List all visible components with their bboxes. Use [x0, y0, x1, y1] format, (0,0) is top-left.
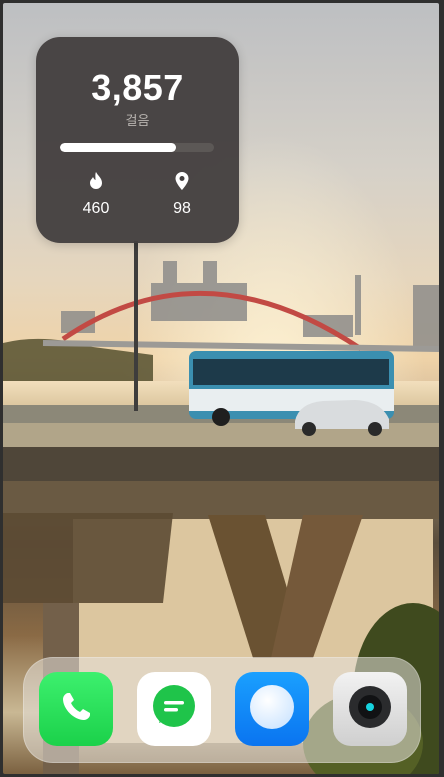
flame-icon: [66, 171, 126, 193]
phone-icon: [56, 687, 96, 732]
camera-icon: [347, 684, 393, 735]
step-count: 3,857: [91, 67, 184, 108]
message-bubble-icon: [149, 682, 199, 737]
distance-stat: 98: [152, 171, 212, 218]
step-count-label: 걸음: [125, 113, 150, 128]
step-counter-widget[interactable]: 3,857 걸음 460 98: [36, 37, 239, 243]
distance-value: 98: [173, 200, 191, 217]
calories-value: 460: [82, 200, 110, 217]
step-progress-fill: [60, 143, 176, 152]
browser-app-button[interactable]: [235, 672, 309, 746]
step-progress-bar: [60, 143, 214, 152]
calories-stat: 460: [66, 171, 126, 218]
browser-icon: [246, 681, 298, 738]
phone-app-button[interactable]: [39, 672, 113, 746]
app-dock: [23, 657, 421, 763]
camera-app-button[interactable]: [333, 672, 407, 746]
messages-app-button[interactable]: [137, 672, 211, 746]
home-screen: 3,857 걸음 460 98: [3, 3, 439, 774]
location-pin-icon: [152, 171, 212, 193]
